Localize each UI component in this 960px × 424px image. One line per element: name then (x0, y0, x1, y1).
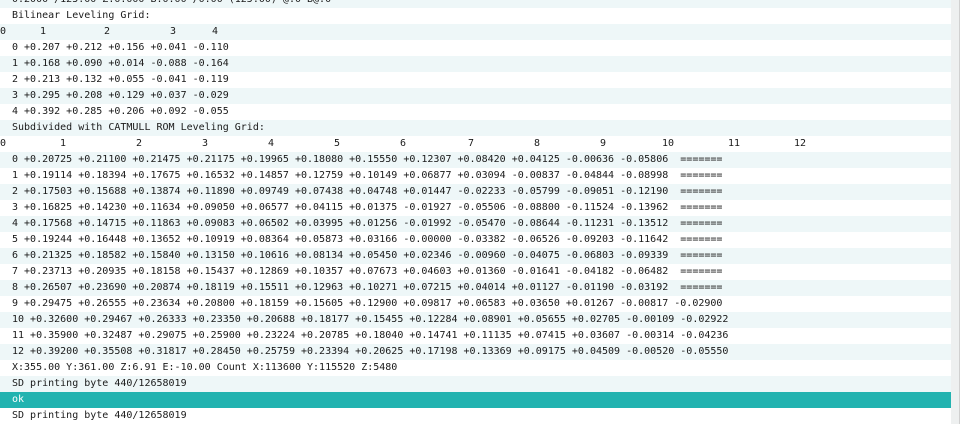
catmull-header-col: 9 (600, 138, 607, 149)
catmull-grid-row: 12 +0.39200 +0.35508 +0.31817 +0.28450 +… (0, 344, 958, 360)
catmull-header-col: 0 (0, 138, 7, 149)
catmull-grid-row: 5 +0.19244 +0.16448 +0.13652 +0.10919 +0… (12, 234, 723, 245)
sd-progress-line: SD printing byte 440/12658019 (0, 376, 958, 392)
bilinear-header-col: 3 (170, 26, 177, 37)
console-line-partial: 0.2000 /125.00 Z:0.000 B:0.00 /0.00 (125… (0, 0, 958, 8)
catmull-header-col: 10 (662, 138, 675, 149)
bilinear-grid-header: 0 1 2 3 4 (0, 24, 958, 40)
catmull-grid-row: 0 +0.20725 +0.21100 +0.21475 +0.21175 +0… (0, 152, 958, 168)
bilinear-grid-row: 0 +0.207 +0.212 +0.156 +0.041 -0.110 (12, 42, 229, 53)
position-report-line: X:355.00 Y:361.00 Z:6.91 E:-10.00 Count … (12, 362, 398, 373)
catmull-grid-row: 1 +0.19114 +0.18394 +0.17675 +0.16532 +0… (12, 170, 723, 181)
bilinear-grid-title: Bilinear Leveling Grid: (12, 10, 151, 21)
catmull-grid-row: 10 +0.32600 +0.29467 +0.26333 +0.23350 +… (0, 312, 958, 328)
catmull-grid-row: 11 +0.35900 +0.32487 +0.29075 +0.25900 +… (12, 330, 729, 341)
bilinear-header-col: 2 (104, 26, 111, 37)
catmull-grid-header: 0 1 2 3 4 5 6 7 8 9 10 11 12 (0, 136, 958, 152)
bilinear-grid-row: 3 +0.295 +0.208 +0.129 +0.037 -0.029 (0, 88, 958, 104)
sd-progress-line: SD printing byte 440/12658019 (12, 410, 187, 421)
catmull-header-col: 11 (728, 138, 741, 149)
catmull-grid-title: Subdivided with CATMULL ROM Leveling Gri… (0, 120, 958, 136)
catmull-grid-row: 4 +0.17568 +0.14715 +0.11863 +0.09083 +0… (0, 216, 958, 232)
bilinear-header-col: 4 (212, 26, 219, 37)
catmull-grid-row: 6 +0.21325 +0.18582 +0.15840 +0.13150 +0… (0, 248, 958, 264)
catmull-header-col: 7 (468, 138, 475, 149)
serial-console[interactable]: 0.2000 /125.00 Z:0.000 B:0.00 /0.00 (125… (0, 0, 960, 424)
bilinear-header-col: 0 (0, 26, 7, 37)
bilinear-header-col: 1 (40, 26, 47, 37)
catmull-header-col: 4 (268, 138, 275, 149)
bilinear-grid-row: 4 +0.392 +0.285 +0.206 +0.092 -0.055 (12, 106, 229, 117)
catmull-grid-row: 2 +0.17503 +0.15688 +0.13874 +0.11890 +0… (0, 184, 958, 200)
ok-response-line[interactable]: ok (0, 392, 958, 408)
catmull-grid-row: 9 +0.29475 +0.26555 +0.23634 +0.20800 +0… (12, 298, 723, 309)
catmull-header-col: 2 (136, 138, 143, 149)
catmull-header-col: 3 (202, 138, 209, 149)
catmull-header-col: 5 (334, 138, 341, 149)
catmull-header-col: 8 (534, 138, 541, 149)
catmull-header-col: 12 (794, 138, 807, 149)
bilinear-grid-row: 1 +0.168 +0.090 +0.014 -0.088 -0.164 (0, 56, 958, 72)
catmull-grid-row: 8 +0.26507 +0.23690 +0.20874 +0.18119 +0… (0, 280, 958, 296)
catmull-grid-row: 7 +0.23713 +0.20935 +0.18158 +0.15437 +0… (12, 266, 723, 277)
bilinear-grid-row: 2 +0.213 +0.132 +0.055 -0.041 -0.119 (12, 74, 229, 85)
vertical-scrollbar[interactable] (951, 0, 959, 424)
catmull-grid-row: 3 +0.16825 +0.14230 +0.11634 +0.09050 +0… (12, 202, 723, 213)
catmull-header-col: 1 (60, 138, 67, 149)
catmull-header-col: 6 (400, 138, 407, 149)
